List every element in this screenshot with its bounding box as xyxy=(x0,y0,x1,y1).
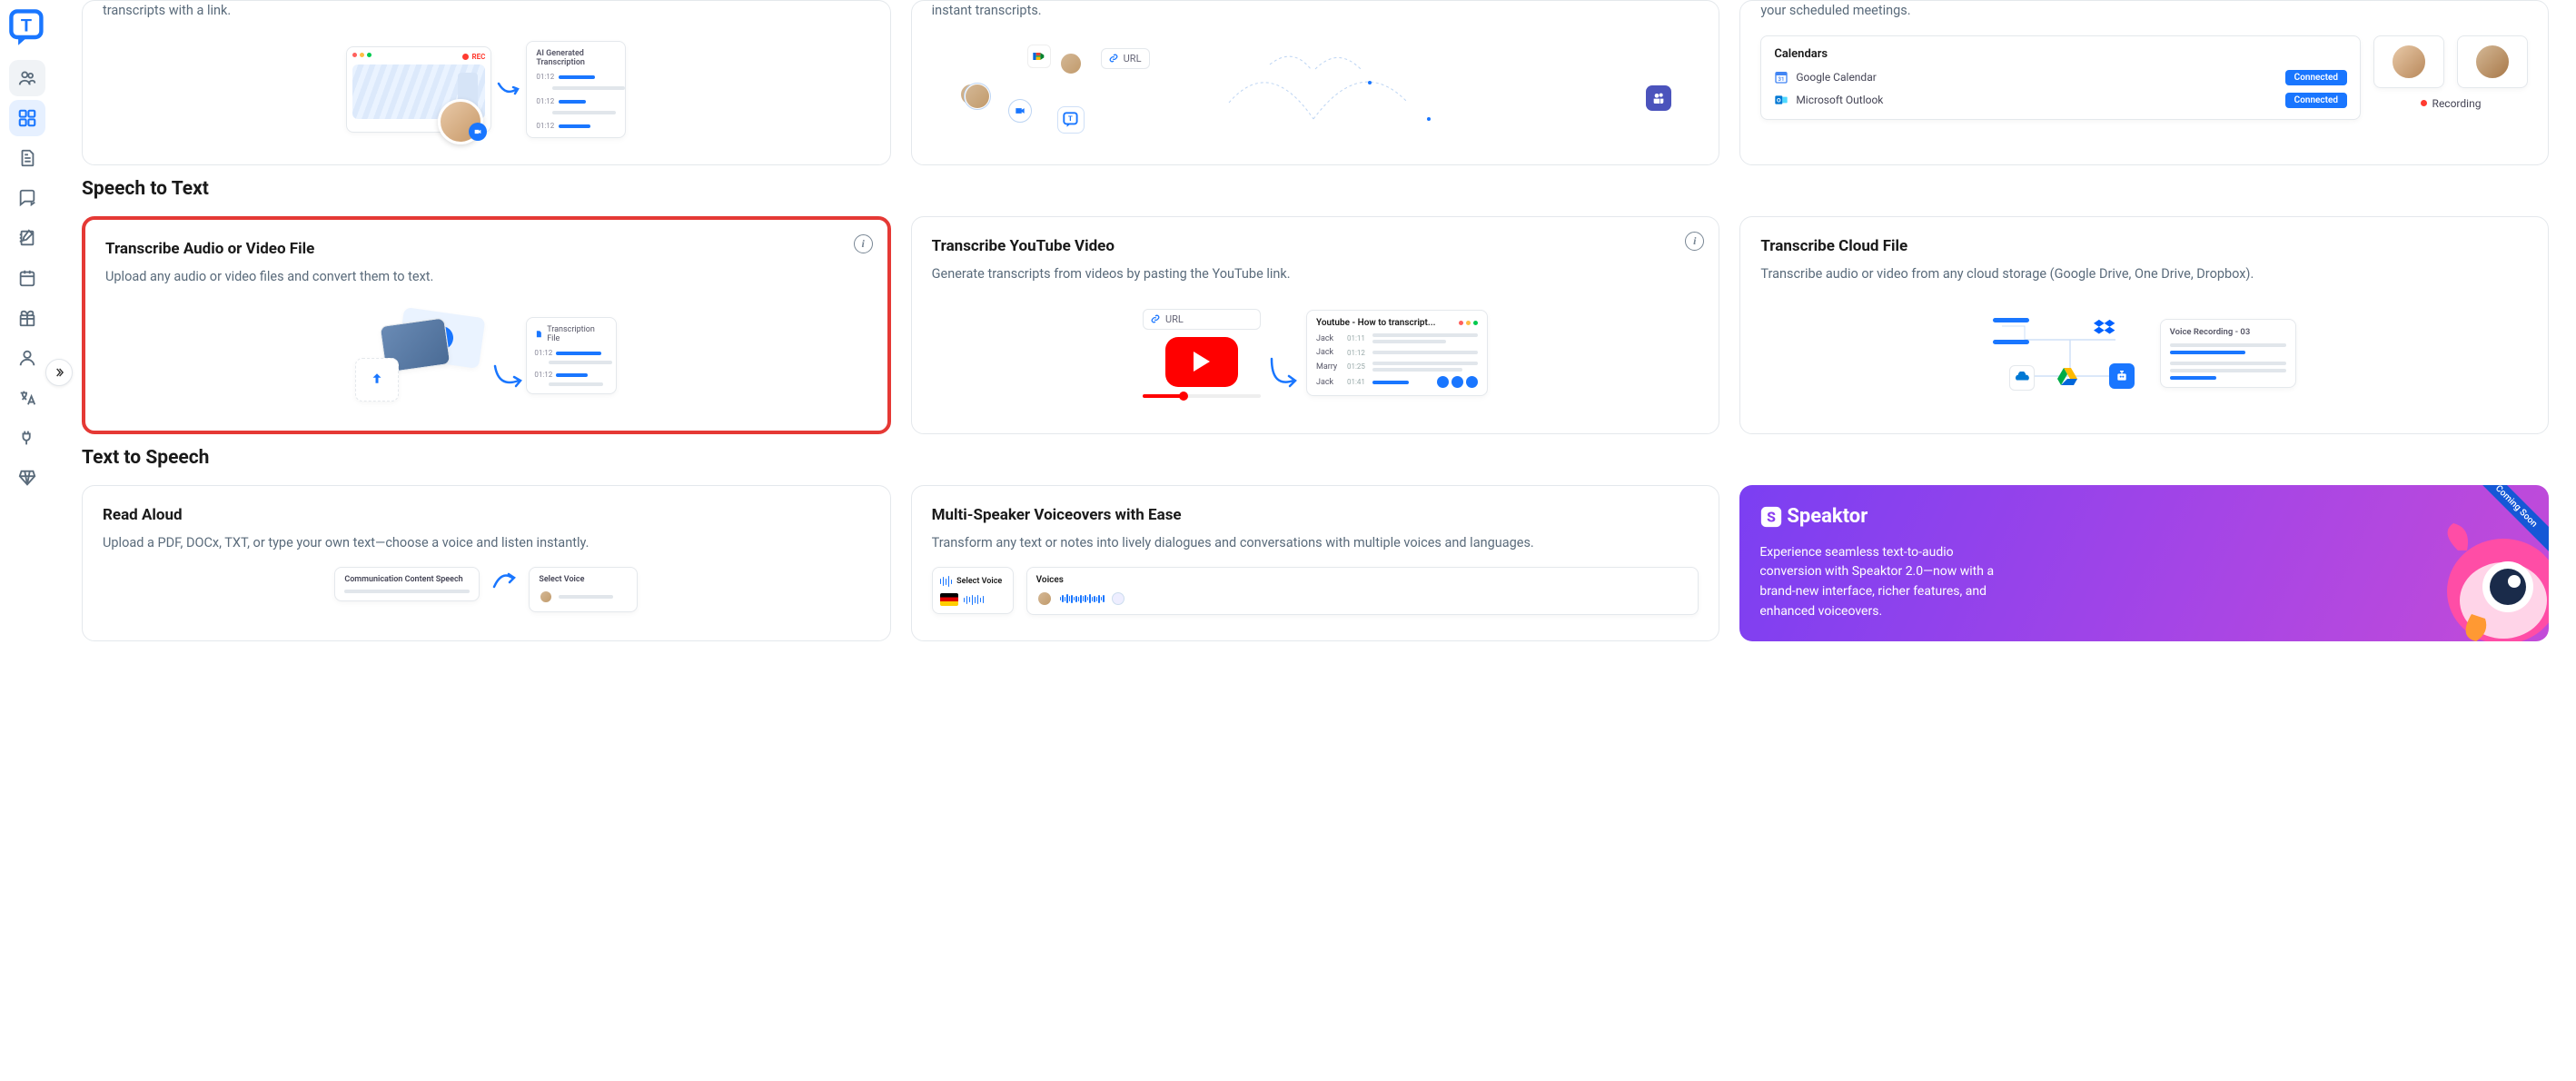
bot-icon xyxy=(2109,363,2135,389)
voice-recording-label: Voice Recording - 03 xyxy=(2170,327,2286,337)
calendars-illustration: Calendars 31 Google Calendar Connected O… xyxy=(1760,35,2528,135)
info-button[interactable]: i xyxy=(854,234,873,253)
avatar xyxy=(539,590,553,604)
main-content: transcripts with a link. REC AI Generate… xyxy=(54,0,2576,669)
avatar xyxy=(2474,44,2511,80)
card-title: Transcribe Audio or Video File xyxy=(105,240,867,258)
svg-text:T: T xyxy=(21,15,32,35)
avatar xyxy=(1036,590,1053,607)
network-illustration: T URL xyxy=(932,35,1699,144)
sidebar-chat-icon[interactable] xyxy=(9,180,45,216)
youtube-play-icon xyxy=(1165,337,1238,387)
card-desc: your scheduled meetings. xyxy=(1760,1,2528,21)
sidebar-notes-icon[interactable] xyxy=(9,220,45,256)
card-desc: Transform any text or notes into lively … xyxy=(932,533,1699,553)
card-desc: Generate transcripts from videos by past… xyxy=(932,264,1699,284)
speaktor-brand: S Speaktor xyxy=(1759,505,2529,529)
sidebar-team-icon[interactable] xyxy=(9,60,45,96)
ai-transcription-label: AI Generated Transcription xyxy=(536,49,616,67)
sidebar-expand-toggle[interactable] xyxy=(45,359,73,386)
yt-panel-title: Youtube - How to transcript... xyxy=(1316,318,1435,328)
svg-text:T: T xyxy=(1068,114,1073,123)
recording-label: Recording xyxy=(2432,97,2482,110)
svg-text:S: S xyxy=(1767,508,1776,525)
google-meet-icon xyxy=(1027,45,1051,68)
outlook-label: Microsoft Outlook xyxy=(1796,94,1883,106)
card-read-aloud[interactable]: Read Aloud Upload a PDF, DOCx, TXT, or t… xyxy=(82,485,891,642)
svg-text:O: O xyxy=(1777,97,1781,104)
transkriptor-logo-icon: T xyxy=(1057,106,1085,134)
card-title: Multi-Speaker Voiceovers with Ease xyxy=(932,506,1699,524)
file-illustration: Transcription File 01:12 01:12 xyxy=(105,302,867,411)
card-calendars[interactable]: your scheduled meetings. Calendars 31 Go… xyxy=(1739,0,2549,165)
card-desc: Transcribe audio or video from any cloud… xyxy=(1760,264,2528,284)
upload-icon xyxy=(355,358,399,402)
calendars-heading: Calendars xyxy=(1774,47,2347,61)
url-chip: URL xyxy=(1143,309,1261,330)
teams-icon xyxy=(1646,85,1671,111)
connected-badge: Connected xyxy=(2285,70,2347,85)
read-aloud-illustration: Communication Content Speech Select Voic… xyxy=(103,567,870,612)
card-desc: Upload a PDF, DOCx, TXT, or type your ow… xyxy=(103,533,870,553)
record-illustration: REC AI Generated Transcription 01:12 01:… xyxy=(103,35,870,144)
card-transcribe-file[interactable]: i Transcribe Audio or Video File Upload … xyxy=(82,216,891,434)
card-instant-transcripts[interactable]: instant transcripts. xyxy=(911,0,1720,165)
arrow-icon xyxy=(1268,353,1299,399)
card-desc: transcripts with a link. xyxy=(103,1,870,21)
sidebar-dashboard-icon[interactable] xyxy=(9,100,45,136)
card-transcribe-cloud[interactable]: Transcribe Cloud File Transcribe audio o… xyxy=(1739,216,2549,434)
sidebar-integrations-icon[interactable] xyxy=(9,420,45,456)
arrow-icon xyxy=(495,76,522,104)
card-title: Read Aloud xyxy=(103,506,870,524)
sidebar-profile-icon[interactable] xyxy=(9,340,45,376)
connected-badge: Connected xyxy=(2285,93,2347,108)
doc-label: Communication Content Speech xyxy=(344,575,470,584)
sidebar-premium-icon[interactable] xyxy=(9,460,45,496)
speaktor-desc: Experience seamless text-to-audio conver… xyxy=(1759,543,1996,622)
sidebar-calendar-icon[interactable] xyxy=(9,260,45,296)
select-voice-label: Select Voice xyxy=(539,575,628,584)
card-transcribe-youtube[interactable]: i Transcribe YouTube Video Generate tran… xyxy=(911,216,1720,434)
card-title: Transcribe Cloud File xyxy=(1760,237,2528,255)
card-desc: instant transcripts. xyxy=(932,1,1699,21)
info-button[interactable]: i xyxy=(1685,232,1704,251)
onedrive-icon xyxy=(2009,365,2035,391)
sidebar-gift-icon[interactable] xyxy=(9,300,45,336)
sidebar-document-icon[interactable] xyxy=(9,140,45,176)
app-logo[interactable]: T xyxy=(7,7,47,47)
recording-dot-icon xyxy=(2421,100,2427,106)
svg-text:31: 31 xyxy=(1778,76,1785,83)
speaktor-mascot xyxy=(2422,514,2549,641)
avatar xyxy=(1059,52,1083,75)
google-drive-icon xyxy=(2055,363,2080,389)
outlook-icon: O xyxy=(1774,93,1788,107)
card-desc: Upload any audio or video files and conv… xyxy=(105,267,867,287)
dropbox-icon xyxy=(2093,316,2118,342)
google-calendar-label: Google Calendar xyxy=(1796,71,1876,84)
section-title-speech-to-text: Speech to Text xyxy=(82,178,2549,200)
card-multi-speaker[interactable]: Multi-Speaker Voiceovers with Ease Trans… xyxy=(911,485,1720,642)
card-title: Transcribe YouTube Video xyxy=(932,237,1699,255)
google-calendar-icon: 31 xyxy=(1774,70,1788,84)
cloud-illustration: Voice Recording - 03 xyxy=(1760,299,2528,408)
arrow-icon xyxy=(491,361,526,397)
section-title-text-to-speech: Text to Speech xyxy=(82,447,2549,469)
url-chip: URL xyxy=(1101,48,1150,69)
card-record-share[interactable]: transcripts with a link. REC AI Generate… xyxy=(82,0,891,165)
card-speaktor-promo[interactable]: Coming Soon S Speaktor Experience seamle… xyxy=(1739,485,2549,642)
youtube-illustration: URL Youtube - How to transcript... Jack0… xyxy=(932,299,1699,408)
flag-de-icon xyxy=(940,593,958,606)
rec-label: REC xyxy=(471,53,485,61)
sidebar-translate-icon[interactable] xyxy=(9,380,45,416)
arrow-icon xyxy=(490,567,518,594)
sidebar: T xyxy=(0,0,54,669)
avatar xyxy=(2391,44,2427,80)
voices-label: Voices xyxy=(1036,575,1689,585)
multi-speaker-illustration: Select Voice Voices xyxy=(932,567,1699,612)
